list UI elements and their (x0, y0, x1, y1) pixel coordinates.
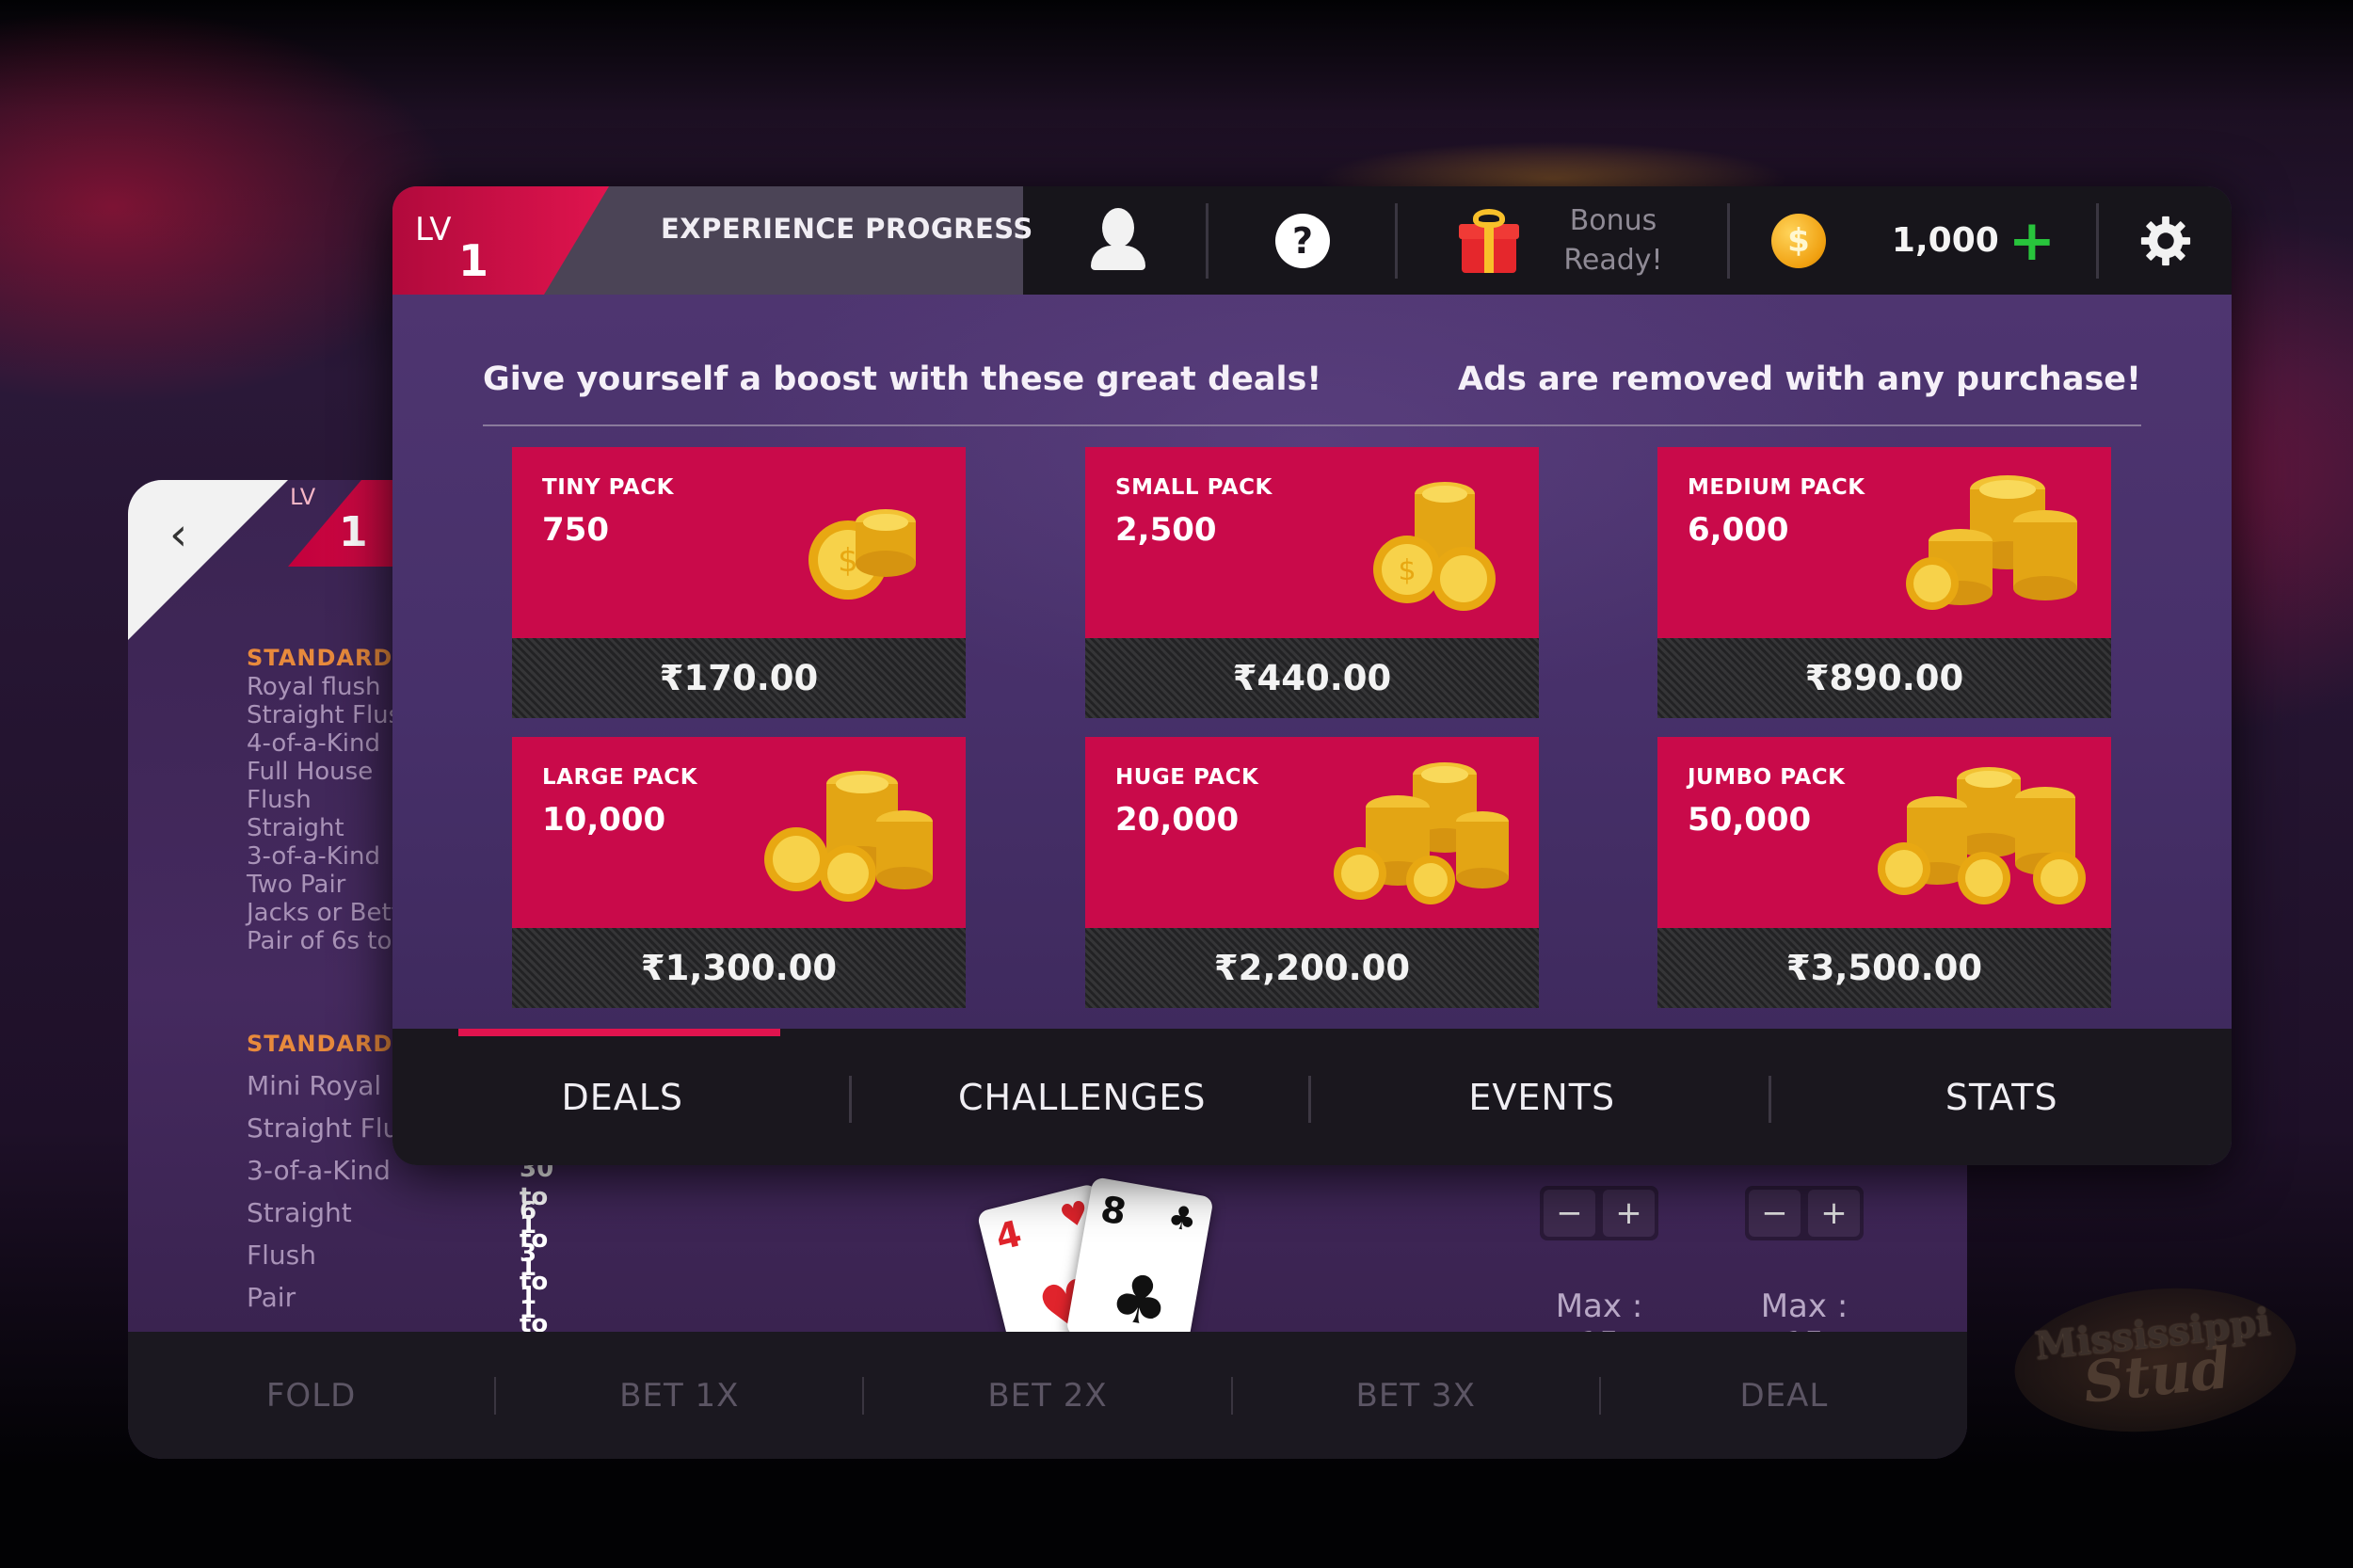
tiny-pack-card[interactable]: TINY PACK 750 $ ₹170.00 (512, 447, 966, 718)
gear-icon (2140, 216, 2190, 265)
player-cards: 4 ♥ ♥ 8 ♣ ♣ (956, 1176, 1239, 1368)
level-label: LV (415, 211, 452, 248)
paytable-row: Straight 6 to 1 (247, 1197, 548, 1282)
settings-button[interactable] (2099, 186, 2232, 295)
experience-progress-label: EXPERIENCE PROGRESS (661, 213, 1033, 245)
decrease-button[interactable]: − (1749, 1190, 1801, 1237)
pack-price-button[interactable]: ₹890.00 (1657, 638, 2111, 718)
bonus-line-1: Bonus (1569, 203, 1657, 237)
paytable-row: Flush 3 to 1 (247, 1240, 548, 1324)
pack-name: JUMBO PACK (1688, 765, 1846, 790)
pack-price-button[interactable]: ₹1,300.00 (512, 928, 966, 1008)
level-value: 1 (458, 235, 489, 286)
tab-divider (1769, 1076, 1771, 1123)
huge-pack-card[interactable]: HUGE PACK 20,000 ₹2,200.00 (1085, 737, 1539, 1008)
store-headline: Give yourself a boost with these great d… (483, 360, 1322, 398)
bet-3x-button[interactable]: BET 3X (1233, 1376, 1601, 1415)
tab-challenges[interactable]: CHALLENGES (853, 1029, 1313, 1165)
hand-name: 3-of-a-Kind (247, 1155, 391, 1186)
club-pip-icon: ♣ (1104, 1256, 1176, 1344)
action-bar: FOLD BET 1X BET 2X BET 3X DEAL (128, 1332, 1967, 1459)
bet-stepper: − + (1745, 1186, 1864, 1240)
back-arrow-icon[interactable]: ‹ (169, 508, 187, 561)
coin-stack-icon: $ (808, 509, 916, 600)
bonus-button[interactable]: Bonus Ready! (1398, 186, 1727, 295)
pack-amount: 10,000 (542, 801, 666, 839)
pack-price-button[interactable]: ₹170.00 (512, 638, 966, 718)
coin-stack-icon (1878, 767, 2086, 904)
bet-1x-button[interactable]: BET 1X (496, 1376, 865, 1415)
pack-name: SMALL PACK (1115, 475, 1273, 500)
store-tabs: DEALS CHALLENGES EVENTS STATS (392, 1029, 2232, 1165)
pack-amount: 6,000 (1688, 511, 1789, 549)
tab-stats[interactable]: STATS (1772, 1029, 2233, 1165)
pack-amount: 2,500 (1115, 511, 1217, 549)
pack-price-button[interactable]: ₹3,500.00 (1657, 928, 2111, 1008)
help-button[interactable]: ? (1209, 186, 1397, 295)
jumbo-pack-card[interactable]: JUMBO PACK 50,000 ₹3,500.00 (1657, 737, 2111, 1008)
playing-card: 8 ♣ ♣ (1065, 1176, 1214, 1355)
avatar-icon (1091, 207, 1145, 274)
increase-button[interactable]: + (1808, 1190, 1860, 1237)
increase-button[interactable]: + (1603, 1190, 1655, 1237)
card-rank: 4 (991, 1212, 1026, 1259)
store-modal: LV 1 EXPERIENCE PROGRESS ? Bonus Ready! … (392, 186, 2232, 1165)
pack-name: HUGE PACK (1115, 765, 1259, 790)
hand-name: Flush (247, 1240, 316, 1271)
fold-button[interactable]: FOLD (128, 1376, 497, 1415)
coin-stack-icon: $ (1373, 482, 1496, 611)
add-coins-plus-icon[interactable]: + (2009, 213, 2056, 269)
tab-divider (1308, 1076, 1311, 1123)
bet-steppers: − + Max : 15 − + Max : 15 (1540, 1186, 1935, 1363)
hand-name: Pair (247, 1282, 296, 1313)
help-icon: ? (1275, 213, 1330, 268)
coin-icon: $ (1770, 213, 1826, 268)
coin-stack-icon (764, 771, 933, 902)
pack-name: TINY PACK (542, 475, 674, 500)
bonus-status: Bonus Ready! (1563, 201, 1662, 280)
bg-level-label: LV (290, 484, 316, 510)
small-pack-card[interactable]: SMALL PACK 2,500 $ ₹440.00 (1085, 447, 1539, 718)
club-suit-icon: ♣ (1164, 1197, 1200, 1240)
coin-balance-value: 1,000 (1891, 221, 1999, 260)
headline-divider (483, 424, 2141, 426)
bet-stepper: − + (1540, 1186, 1658, 1240)
hand-name: Mini Royal (247, 1070, 382, 1101)
pack-price-button[interactable]: ₹440.00 (1085, 638, 1539, 718)
tab-events[interactable]: EVENTS (1312, 1029, 1772, 1165)
logo-line-2: Stud (2080, 1335, 2234, 1416)
pack-amount: 50,000 (1688, 801, 1812, 839)
top-bar: LV 1 EXPERIENCE PROGRESS ? Bonus Ready! … (392, 186, 2232, 295)
pack-price-button[interactable]: ₹2,200.00 (1085, 928, 1539, 1008)
ads-removed-note: Ads are removed with any purchase! (1457, 360, 2141, 398)
bg-level-value: 1 (339, 508, 368, 556)
pack-amount: 20,000 (1115, 801, 1240, 839)
hand-name: Straight Flus (247, 1112, 413, 1144)
paytable-row: Pair 1 to 1 (247, 1282, 548, 1367)
coin-stack-icon (1906, 475, 2077, 610)
pack-name: MEDIUM PACK (1688, 475, 1865, 500)
store-content: Give yourself a boost with these great d… (392, 295, 2232, 1029)
svg-text:$: $ (1398, 554, 1416, 587)
tab-deals[interactable]: DEALS (392, 1029, 853, 1165)
pack-amount: 750 (542, 511, 609, 549)
deal-button[interactable]: DEAL (1601, 1377, 1967, 1415)
bonus-line-2: Ready! (1563, 243, 1663, 277)
svg-text:$: $ (838, 542, 858, 580)
bet-2x-button[interactable]: BET 2X (864, 1376, 1233, 1415)
hand-name: Straight (247, 1197, 352, 1228)
decrease-button[interactable]: − (1544, 1190, 1595, 1237)
gift-icon (1459, 208, 1520, 273)
large-pack-card[interactable]: LARGE PACK 10,000 ₹1,300.00 (512, 737, 966, 1008)
tab-divider (849, 1076, 852, 1123)
profile-button[interactable] (1023, 186, 1211, 295)
card-rank: 8 (1097, 1188, 1129, 1234)
coin-balance: $ 1,000 + (1730, 186, 2097, 295)
pack-name: LARGE PACK (542, 765, 698, 790)
medium-pack-card[interactable]: MEDIUM PACK 6,000 ₹890.00 (1657, 447, 2111, 718)
coin-stack-icon (1334, 762, 1509, 904)
